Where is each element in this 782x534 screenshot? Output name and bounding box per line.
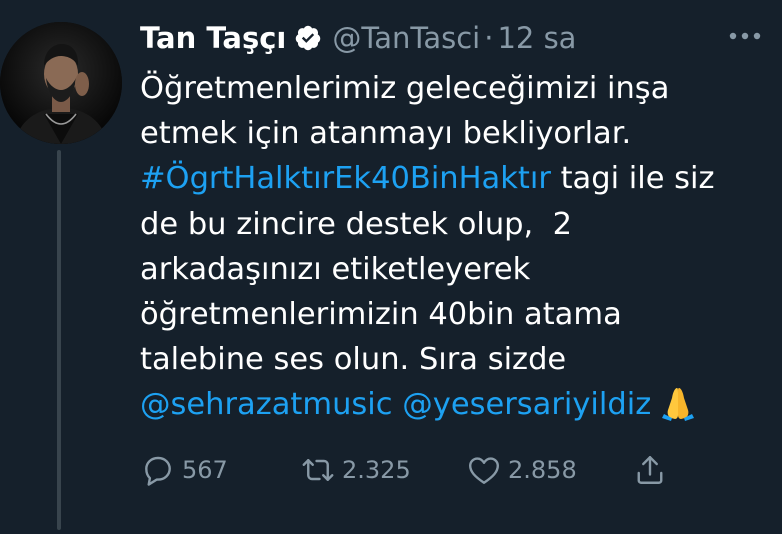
tweet-text-line: öğretmenlerimizin 40bin atama <box>140 292 770 337</box>
tweet-actions: 567 2.325 2.858 <box>140 448 680 492</box>
text-segment: öğretmenlerimizin 40bin atama <box>140 296 622 332</box>
share-icon <box>637 456 663 484</box>
tweet-text-line: talebine ses olun. Sıra sizde <box>140 337 770 382</box>
thread-line <box>57 150 61 530</box>
tweet-text-line: etmek için atanmayı bekliyorlar. <box>140 111 770 156</box>
tweet-text-line: @sehrazatmusic @yesersariyildiz <box>140 382 770 427</box>
more-options-button[interactable] <box>728 28 762 42</box>
like-button[interactable]: 2.858 <box>466 448 577 492</box>
avatar[interactable] <box>0 22 122 144</box>
tweet-text-line: arkadaşınızı etiketleyerek <box>140 247 770 292</box>
reply-count: 567 <box>182 456 228 484</box>
reply-button[interactable]: 567 <box>140 448 228 492</box>
hashtag-link[interactable]: #ÖgrtHalktırEk40BinHaktır <box>140 161 551 196</box>
tweet-timestamp[interactable]: 12 sa <box>497 21 576 55</box>
text-segment: talebine ses olun. Sıra sizde <box>140 342 567 378</box>
share-button[interactable] <box>632 448 668 492</box>
tweet-header: Tan Taşçı @TanTasci · 12 sa <box>140 16 576 60</box>
retweet-count: 2.325 <box>342 456 411 484</box>
verified-badge-icon <box>294 24 322 52</box>
text-segment: arkadaşınızı etiketleyerek <box>140 251 531 287</box>
author-handle[interactable]: @TanTasci <box>332 21 480 55</box>
tweet-text-line: Öğretmenlerimiz geleceğimizi inşa <box>140 66 770 111</box>
mention-link[interactable]: @yesersariyildiz <box>402 387 651 422</box>
text-segment: tagi ile siz <box>550 161 715 197</box>
author-name[interactable]: Tan Taşçı <box>140 21 286 55</box>
text-segment <box>393 387 403 422</box>
tweet-text-line: #ÖgrtHalktırEk40BinHaktır tagi ile siz <box>140 156 770 201</box>
mention-link[interactable]: @sehrazatmusic <box>140 387 393 422</box>
text-segment: etmek için atanmayı bekliyorlar. <box>140 116 632 152</box>
heart-icon <box>469 457 499 484</box>
more-icon <box>729 32 761 40</box>
header-separator: · <box>484 21 494 55</box>
text-segment: Öğretmenlerimiz geleceğimizi inşa <box>140 71 670 106</box>
retweet-icon <box>302 459 334 481</box>
retweet-button[interactable]: 2.325 <box>300 448 411 492</box>
tweet-text: Öğretmenlerimiz geleceğimizi inşa etmek … <box>140 66 770 428</box>
folded-hands-emoji-icon <box>659 384 697 422</box>
like-count: 2.858 <box>508 456 577 484</box>
reply-icon <box>145 456 171 486</box>
tweet-text-line: de bu zincire destek olup, 2 <box>140 202 770 247</box>
text-segment: de bu zincire destek olup, 2 <box>140 206 573 242</box>
avatar-image <box>0 22 122 144</box>
